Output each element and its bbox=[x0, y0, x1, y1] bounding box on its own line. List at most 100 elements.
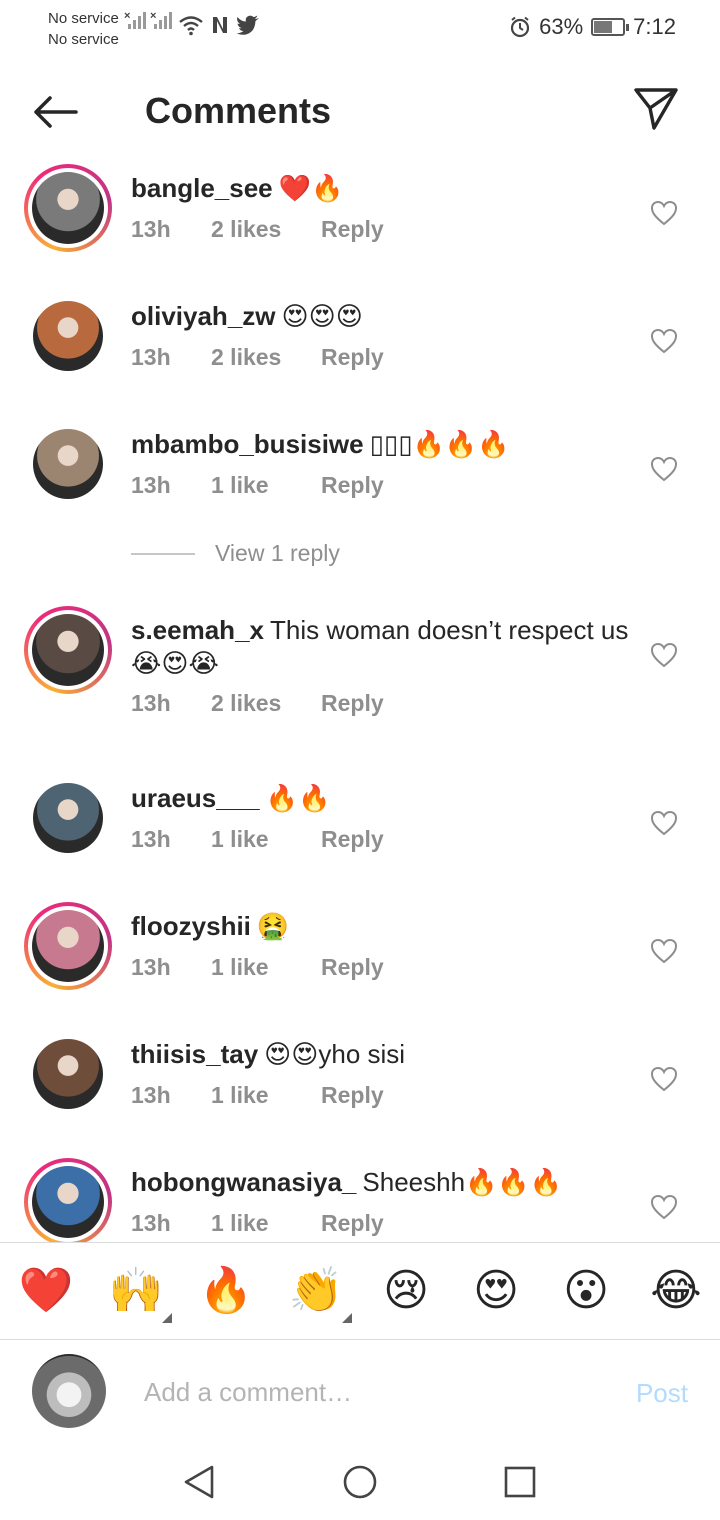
comment-likes[interactable]: 2 likes bbox=[211, 690, 321, 717]
comment-meta: 13h 1 like Reply bbox=[131, 1082, 384, 1109]
avatar[interactable] bbox=[24, 1158, 112, 1242]
like-heart-icon[interactable] bbox=[650, 810, 678, 836]
quick-reaction-5[interactable]: 😢 bbox=[378, 1263, 434, 1319]
comment-body: 🔥🔥 bbox=[265, 783, 331, 813]
comment-text: bangle_see ❤️🔥 bbox=[131, 172, 631, 205]
reply-button[interactable]: Reply bbox=[321, 954, 384, 981]
comment-username[interactable]: s.eemah_x bbox=[131, 615, 264, 645]
quick-reaction-7[interactable]: 😮 bbox=[558, 1263, 614, 1319]
avatar-image bbox=[33, 301, 103, 371]
comment-likes[interactable]: 2 likes bbox=[211, 216, 321, 243]
comment-meta: 13h 1 like Reply bbox=[131, 1210, 384, 1237]
reply-button[interactable]: Reply bbox=[321, 826, 384, 853]
recents-square-icon[interactable] bbox=[500, 1462, 540, 1502]
reply-button[interactable]: Reply bbox=[321, 216, 384, 243]
avatar-image bbox=[33, 429, 103, 499]
comment-input[interactable] bbox=[144, 1372, 604, 1412]
comment-username[interactable]: oliviyah_zw bbox=[131, 301, 276, 331]
status-icons bbox=[178, 14, 260, 36]
view-replies-label: View 1 reply bbox=[215, 540, 340, 566]
reply-button[interactable]: Reply bbox=[321, 344, 384, 371]
avatar[interactable] bbox=[24, 606, 112, 694]
back-triangle-icon[interactable] bbox=[180, 1462, 220, 1502]
like-heart-icon[interactable] bbox=[650, 1194, 678, 1220]
header: Comments bbox=[0, 70, 720, 154]
avatar[interactable] bbox=[24, 420, 112, 508]
home-circle-icon[interactable] bbox=[340, 1462, 380, 1502]
comment-text: oliviyah_zw 😍😍😍 bbox=[131, 300, 631, 333]
comment-likes[interactable]: 2 likes bbox=[211, 344, 321, 371]
comment-username[interactable]: mbambo_busisiwe bbox=[131, 429, 364, 459]
comment-username[interactable]: thiisis_tay bbox=[131, 1039, 258, 1069]
avatar[interactable] bbox=[24, 164, 112, 252]
comment-body: ▯▯▯🔥🔥🔥 bbox=[369, 429, 510, 459]
comment-username[interactable]: floozyshii bbox=[131, 911, 251, 941]
comment-body: 🤮 bbox=[256, 911, 290, 941]
quick-reaction-1[interactable]: ❤️ bbox=[18, 1263, 74, 1319]
like-heart-icon[interactable] bbox=[650, 456, 678, 482]
signal-1-icon bbox=[128, 12, 146, 29]
skin-tone-indicator bbox=[342, 1313, 352, 1323]
like-heart-icon[interactable] bbox=[650, 200, 678, 226]
netflix-icon bbox=[213, 17, 227, 33]
comment-text: mbambo_busisiwe ▯▯▯🔥🔥🔥 bbox=[131, 428, 631, 461]
quick-reaction-3[interactable]: 🔥 bbox=[198, 1263, 254, 1319]
comment-username[interactable]: hobongwanasiya_ bbox=[131, 1167, 356, 1197]
like-heart-icon[interactable] bbox=[650, 938, 678, 964]
avatar-image bbox=[32, 910, 104, 982]
comment-likes[interactable]: 1 like bbox=[211, 954, 321, 981]
reply-button[interactable]: Reply bbox=[321, 690, 384, 717]
reply-button[interactable]: Reply bbox=[321, 1210, 384, 1237]
arrow-left-icon[interactable] bbox=[30, 92, 80, 132]
send-icon[interactable] bbox=[632, 86, 680, 132]
quick-reaction-4[interactable]: 👏 bbox=[288, 1263, 352, 1323]
comment-username[interactable]: uraeus___ bbox=[131, 783, 260, 813]
comment-meta: 13h 2 likes Reply bbox=[131, 690, 384, 717]
avatar[interactable] bbox=[24, 292, 112, 380]
comment-text: thiisis_tay 😍😍yho sisi bbox=[131, 1038, 631, 1071]
signal-2-icon bbox=[154, 12, 172, 29]
quick-reaction-2[interactable]: 🙌 bbox=[108, 1263, 172, 1323]
quick-reaction-8[interactable]: 😂 bbox=[648, 1263, 704, 1319]
comment-username[interactable]: bangle_see bbox=[131, 173, 273, 203]
status-right: 63% 7:12 bbox=[509, 14, 676, 40]
like-heart-icon[interactable] bbox=[650, 1066, 678, 1092]
comment-list[interactable]: View 1 reply bangle_see ❤️🔥 13h 2 likes R… bbox=[0, 156, 720, 1242]
skin-tone-indicator bbox=[162, 1313, 172, 1323]
comment-time: 13h bbox=[131, 1210, 171, 1236]
page-title: Comments bbox=[145, 90, 332, 131]
no-signal-x-icon: × bbox=[124, 10, 131, 22]
view-replies-link[interactable]: View 1 reply bbox=[131, 540, 340, 567]
status-bar: No service No service × × 63% 7:12 bbox=[0, 0, 720, 56]
reply-button[interactable]: Reply bbox=[321, 472, 384, 499]
wifi-icon bbox=[179, 16, 203, 36]
avatar bbox=[32, 1354, 106, 1428]
quick-reaction-6[interactable]: 😍 bbox=[468, 1263, 524, 1319]
comment-composer: Post bbox=[0, 1342, 720, 1442]
like-heart-icon[interactable] bbox=[650, 642, 678, 668]
comment-text: floozyshii 🤮 bbox=[131, 910, 631, 943]
twitter-icon bbox=[236, 15, 259, 35]
comment-likes[interactable]: 1 like bbox=[211, 472, 321, 499]
battery-percent: 63% bbox=[539, 14, 584, 39]
avatar[interactable] bbox=[24, 774, 112, 862]
comment-likes[interactable]: 1 like bbox=[211, 1210, 321, 1237]
carrier-1: No service bbox=[48, 10, 119, 27]
comment-likes[interactable]: 1 like bbox=[211, 1082, 321, 1109]
comment-text: s.eemah_x This woman doesn’t respect us😭😍… bbox=[131, 614, 631, 680]
avatar-image bbox=[33, 1039, 103, 1109]
comment-time: 13h bbox=[131, 690, 171, 716]
clock: 7:12 bbox=[633, 14, 676, 39]
comment-text: uraeus___ 🔥🔥 bbox=[131, 782, 631, 815]
avatar[interactable] bbox=[24, 902, 112, 990]
battery-icon bbox=[591, 18, 630, 36]
post-button[interactable]: Post bbox=[636, 1378, 688, 1409]
comment-body: ❤️🔥 bbox=[278, 173, 344, 203]
comment-time: 13h bbox=[131, 344, 171, 370]
avatar[interactable] bbox=[24, 1030, 112, 1118]
comment-likes[interactable]: 1 like bbox=[211, 826, 321, 853]
reply-button[interactable]: Reply bbox=[321, 1082, 384, 1109]
avatar-image bbox=[32, 172, 104, 244]
like-heart-icon[interactable] bbox=[650, 328, 678, 354]
comment-meta: 13h 1 like Reply bbox=[131, 954, 384, 981]
